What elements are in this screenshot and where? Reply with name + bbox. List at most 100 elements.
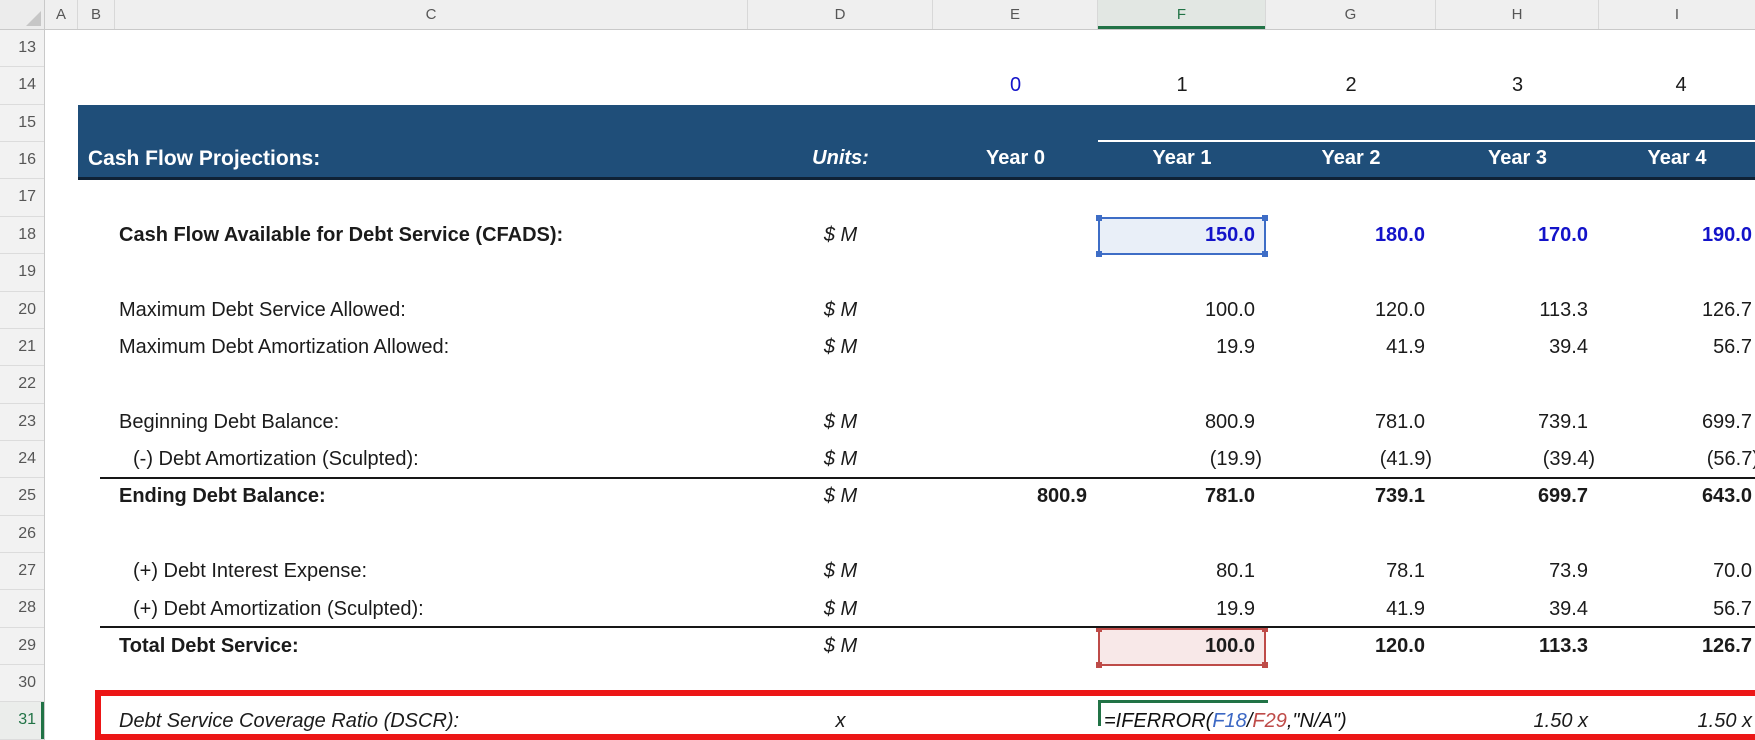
row-header-27[interactable]: 27 — [0, 553, 44, 590]
section-title: Cash Flow Projections: — [88, 140, 320, 177]
cell-H21[interactable]: 39.4 — [1436, 329, 1599, 366]
cell-I21[interactable]: 56.7 — [1599, 329, 1755, 366]
row-header-23[interactable]: 23 — [0, 404, 44, 441]
cell-H27[interactable]: 73.9 — [1436, 553, 1599, 590]
cell-F29[interactable]: 100.0 — [1098, 628, 1266, 665]
cell-F28[interactable]: 19.9 — [1098, 591, 1266, 628]
row-header-20[interactable]: 20 — [0, 292, 44, 329]
cell-H23[interactable]: 739.1 — [1436, 404, 1599, 441]
cfads-units[interactable]: $ M — [748, 217, 933, 254]
row-header-31-active[interactable]: 31 — [0, 702, 44, 739]
debt-amortization-add-label[interactable]: (+) Debt Amortization (Sculpted): — [133, 591, 424, 628]
cell-I25[interactable]: 643.0 — [1599, 478, 1755, 515]
row-units[interactable]: $ M — [748, 441, 933, 478]
sheet-row-27: (+) Debt Interest Expense: $ M 80.1 78.1… — [45, 553, 1755, 590]
sheet-row-24: (-) Debt Amortization (Sculpted): $ M (1… — [45, 441, 1755, 478]
row-units[interactable]: $ M — [748, 292, 933, 329]
sheet-row-14: 0 1 2 3 4 — [45, 67, 1755, 104]
row-units[interactable]: $ M — [748, 591, 933, 628]
cell-G25[interactable]: 739.1 — [1266, 478, 1436, 515]
units-column-header: Units: — [748, 140, 933, 177]
row-header-29[interactable]: 29 — [0, 628, 44, 665]
cell-F24[interactable]: (19.9) — [1098, 441, 1266, 478]
row-units[interactable]: $ M — [748, 404, 933, 441]
column-header-A[interactable]: A — [45, 0, 78, 29]
row-header-19[interactable]: 19 — [0, 254, 44, 291]
cell-I29[interactable]: 126.7 — [1599, 628, 1755, 665]
cell-F20[interactable]: 100.0 — [1098, 292, 1266, 329]
sheet-grid[interactable]: Cash Flow Projections: Units: Year 0 Yea… — [45, 30, 1755, 740]
row-header-25[interactable]: 25 — [0, 478, 44, 515]
cell-F23[interactable]: 800.9 — [1098, 404, 1266, 441]
cell-H28[interactable]: 39.4 — [1436, 591, 1599, 628]
row-header-22[interactable]: 22 — [0, 366, 44, 403]
row-header-17[interactable]: 17 — [0, 179, 44, 216]
max-debt-amort-label[interactable]: Maximum Debt Amortization Allowed: — [119, 329, 449, 366]
cell-F21[interactable]: 19.9 — [1098, 329, 1266, 366]
cell-H20[interactable]: 113.3 — [1436, 292, 1599, 329]
column-header-D[interactable]: D — [748, 0, 933, 29]
cell-G23[interactable]: 781.0 — [1266, 404, 1436, 441]
column-header-I[interactable]: I — [1599, 0, 1755, 29]
row-header-24[interactable]: 24 — [0, 441, 44, 478]
column-header-C[interactable]: C — [115, 0, 748, 29]
cell-E14-period[interactable]: 0 — [933, 67, 1098, 104]
cell-G18[interactable]: 180.0 — [1266, 217, 1436, 254]
total-debt-service-label[interactable]: Total Debt Service: — [119, 628, 299, 665]
cell-G29[interactable]: 120.0 — [1266, 628, 1436, 665]
sheet-row-23: Beginning Debt Balance: $ M 800.9 781.0 … — [45, 404, 1755, 441]
cell-F18[interactable]: 150.0 — [1098, 217, 1266, 254]
cell-G27[interactable]: 78.1 — [1266, 553, 1436, 590]
cell-I14-period[interactable]: 4 — [1599, 67, 1755, 104]
cell-E25[interactable]: 800.9 — [933, 478, 1098, 515]
row-units[interactable]: $ M — [748, 329, 933, 366]
cell-G14-period[interactable]: 2 — [1266, 67, 1436, 104]
row-header-18[interactable]: 18 — [0, 217, 44, 254]
cell-H24[interactable]: (39.4) — [1436, 441, 1599, 478]
cell-I24[interactable]: (56.7) — [1599, 441, 1755, 478]
cfads-label[interactable]: Cash Flow Available for Debt Service (CF… — [119, 217, 563, 254]
cell-G24[interactable]: (41.9) — [1266, 441, 1436, 478]
cell-I20[interactable]: 126.7 — [1599, 292, 1755, 329]
column-header-E[interactable]: E — [933, 0, 1098, 29]
column-header-F-selected[interactable]: F — [1098, 0, 1266, 29]
cell-H25[interactable]: 699.7 — [1436, 478, 1599, 515]
cell-F25[interactable]: 781.0 — [1098, 478, 1266, 515]
cell-I27[interactable]: 70.0 — [1599, 553, 1755, 590]
row-header-13[interactable]: 13 — [0, 30, 44, 67]
debt-amortization-label[interactable]: (-) Debt Amortization (Sculpted): — [133, 441, 419, 478]
dscr-annotation-box — [95, 690, 1755, 740]
row-header-21[interactable]: 21 — [0, 329, 44, 366]
row-header-26[interactable]: 26 — [0, 516, 44, 553]
column-header-H[interactable]: H — [1436, 0, 1599, 29]
cell-G28[interactable]: 41.9 — [1266, 591, 1436, 628]
cell-F14-period[interactable]: 1 — [1098, 67, 1266, 104]
select-all-corner[interactable] — [0, 0, 45, 30]
cell-I23[interactable]: 699.7 — [1599, 404, 1755, 441]
cell-G20[interactable]: 120.0 — [1266, 292, 1436, 329]
max-debt-service-label[interactable]: Maximum Debt Service Allowed: — [119, 292, 406, 329]
column-header-G[interactable]: G — [1266, 0, 1436, 29]
year-header-0: Year 0 — [933, 140, 1098, 177]
cell-I28[interactable]: 56.7 — [1599, 591, 1755, 628]
row-header-28[interactable]: 28 — [0, 590, 44, 627]
debt-interest-expense-label[interactable]: (+) Debt Interest Expense: — [133, 553, 367, 590]
cell-F27[interactable]: 80.1 — [1098, 553, 1266, 590]
row-units[interactable]: $ M — [748, 553, 933, 590]
row-header-14[interactable]: 14 — [0, 67, 44, 104]
row-header-16[interactable]: 16 — [0, 142, 44, 179]
row-header-15[interactable]: 15 — [0, 105, 44, 142]
row-header-30[interactable]: 30 — [0, 665, 44, 702]
cell-H18[interactable]: 170.0 — [1436, 217, 1599, 254]
section-header-band: Cash Flow Projections: Units: Year 0 Yea… — [78, 105, 1755, 180]
cell-H14-period[interactable]: 3 — [1436, 67, 1599, 104]
cell-G21[interactable]: 41.9 — [1266, 329, 1436, 366]
ending-debt-balance-label[interactable]: Ending Debt Balance: — [119, 478, 326, 515]
cell-I18[interactable]: 190.0 — [1599, 217, 1755, 254]
row-units[interactable]: $ M — [748, 628, 933, 665]
row-units[interactable]: $ M — [748, 478, 933, 515]
cell-H29[interactable]: 113.3 — [1436, 628, 1599, 665]
column-header-B[interactable]: B — [78, 0, 115, 29]
sheet-row-29: Total Debt Service: $ M 100.0 120.0 113.… — [45, 628, 1755, 665]
beginning-debt-balance-label[interactable]: Beginning Debt Balance: — [119, 404, 339, 441]
